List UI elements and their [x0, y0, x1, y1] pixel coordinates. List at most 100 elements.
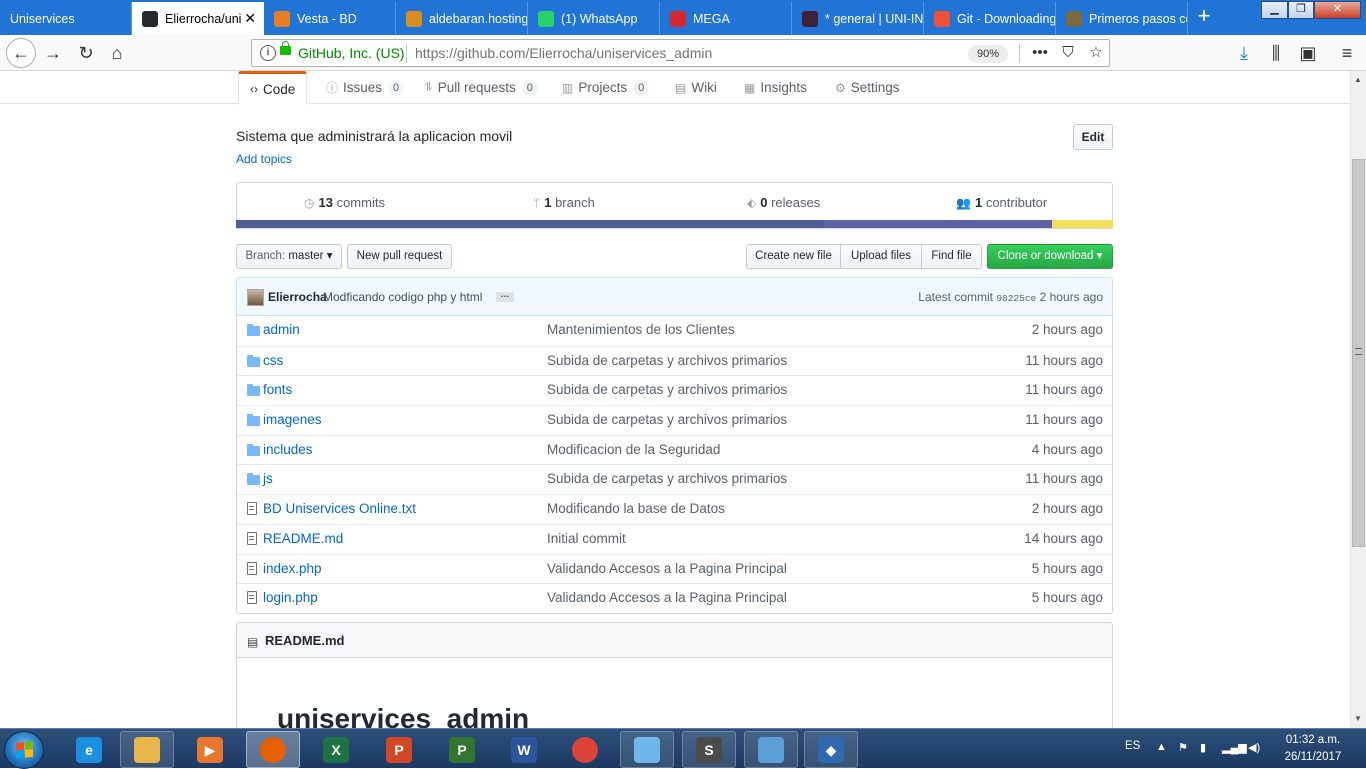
browser-tab[interactable]: Primeros pasos co	[1056, 2, 1188, 35]
contributors-link[interactable]: 👥 1 contributor	[956, 195, 1047, 210]
browser-tab[interactable]: Git - Downloading	[924, 2, 1056, 35]
address-bar[interactable]: i GitHub, Inc. (US) https://github.com/E…	[251, 39, 1110, 67]
taskbar-app-button[interactable]	[246, 731, 300, 768]
commit-message-link[interactable]: Mantenimientos de los Clientes	[547, 322, 735, 337]
upload-files-button[interactable]: Upload files	[840, 244, 922, 269]
tab-code[interactable]: ‹› Code	[238, 71, 308, 105]
taskbar-app-button[interactable]	[620, 731, 674, 768]
taskbar-app-button[interactable]: X	[309, 731, 363, 768]
scroll-up-icon[interactable]: ▲	[1354, 75, 1362, 84]
edit-description-button[interactable]: Edit	[1073, 124, 1113, 150]
file-name-link[interactable]: README.md	[263, 531, 343, 546]
network-signal-icon[interactable]: ▂▄▆	[1222, 741, 1247, 754]
file-name-link[interactable]: BD Uniservices Online.txt	[263, 501, 416, 516]
branch-select-button[interactable]: Branch: master ▾	[236, 244, 342, 269]
tab-settings[interactable]: ⚙ Settings	[835, 71, 900, 104]
commit-sha-link[interactable]: 98225ce	[996, 293, 1036, 304]
commit-message-link[interactable]: Subida de carpetas y archivos primarios	[547, 382, 787, 397]
avatar[interactable]	[247, 289, 264, 306]
language-segment[interactable]	[236, 220, 824, 228]
downloads-button[interactable]: ⤓	[1230, 39, 1258, 67]
commits-link[interactable]: ◷ 13 commits	[304, 195, 385, 210]
create-new-file-button[interactable]: Create new file	[746, 244, 841, 269]
start-button[interactable]	[4, 731, 44, 769]
scroll-down-icon[interactable]: ▼	[1354, 714, 1362, 723]
taskbar-app-button[interactable]	[120, 731, 174, 768]
bookmark-star-icon[interactable]: ☆	[1086, 43, 1106, 63]
maximize-window-button[interactable]: ❐	[1288, 1, 1314, 19]
commit-message-link[interactable]: Subida de carpetas y archivos primarios	[547, 471, 787, 486]
taskbar-app-button[interactable]: P	[372, 731, 426, 768]
taskbar-app-button[interactable]	[744, 731, 798, 768]
file-name-link[interactable]: imagenes	[263, 412, 322, 427]
browser-tab[interactable]: Vesta - BD	[264, 2, 396, 35]
commit-message-link[interactable]: Subida de carpetas y archivos primarios	[547, 353, 787, 368]
pocket-icon[interactable]: ⛉	[1058, 43, 1078, 63]
url-text[interactable]: https://github.com/Elierrocha/uniservice…	[415, 45, 712, 61]
tab-insights[interactable]: ▦ Insights	[744, 71, 807, 104]
clock-time[interactable]: 01:32 a.m.	[1278, 734, 1348, 746]
browser-tab[interactable]: Uniservices	[0, 2, 132, 35]
new-tab-button[interactable]: +	[1193, 3, 1215, 31]
browser-tab[interactable]: Elierrocha/uniservices_admin✕	[132, 2, 264, 35]
zoom-indicator[interactable]: 90%	[968, 45, 1008, 63]
page-scrollbar[interactable]: ▲ ▼	[1350, 71, 1366, 728]
language-segment[interactable]	[1051, 220, 1113, 228]
input-language[interactable]: ES	[1125, 740, 1140, 752]
taskbar-app-button[interactable]	[558, 731, 612, 768]
browser-tab[interactable]: (1) WhatsApp	[528, 2, 660, 35]
site-info-icon[interactable]: i	[260, 45, 276, 61]
commit-message-link[interactable]: Validando Accesos a la Pagina Principal	[547, 590, 787, 605]
file-name-link[interactable]: index.php	[263, 561, 322, 576]
tab-pull-requests[interactable]: ⥮ Pull requests 0	[424, 71, 538, 104]
back-button[interactable]: ←	[6, 38, 36, 68]
file-name-link[interactable]: js	[263, 471, 273, 486]
tab-issues[interactable]: ⓘ Issues 0	[326, 71, 405, 104]
new-pull-request-button[interactable]: New pull request	[347, 244, 452, 269]
branches-link[interactable]: ᛘ1 branch	[533, 195, 595, 210]
show-hidden-icons-icon[interactable]: ▲	[1156, 741, 1167, 753]
file-name-link[interactable]: fonts	[263, 382, 292, 397]
taskbar-app-button[interactable]: ▶	[183, 731, 237, 768]
taskbar-app-button[interactable]: ◆	[804, 731, 858, 768]
page-actions-icon[interactable]: •••	[1030, 43, 1050, 63]
clock-date[interactable]: 26/11/2017	[1278, 751, 1348, 763]
volume-icon[interactable]: ◀)	[1248, 741, 1260, 754]
home-button[interactable]: ⌂	[103, 39, 131, 67]
taskbar-app-button[interactable]: e	[62, 731, 116, 768]
language-bar[interactable]	[236, 220, 1113, 228]
file-name-link[interactable]: includes	[263, 442, 313, 457]
taskbar-app-button[interactable]: W	[497, 731, 551, 768]
file-name-link[interactable]: css	[263, 353, 283, 368]
browser-tab[interactable]: aldebaran.hosting	[396, 2, 528, 35]
action-center-flag-icon[interactable]: ⚑	[1178, 741, 1188, 754]
expand-commit-button[interactable]: …	[496, 290, 514, 302]
commit-message-link[interactable]: Modificando la base de Datos	[547, 501, 725, 516]
browser-tab[interactable]: MEGA	[660, 2, 792, 35]
close-tab-icon[interactable]: ✕	[244, 10, 256, 27]
file-name-link[interactable]: login.php	[263, 590, 318, 605]
commit-message-link[interactable]: Validando Accesos a la Pagina Principal	[547, 561, 787, 576]
file-name-link[interactable]: admin	[263, 322, 300, 337]
sidebar-button[interactable]: ▣	[1294, 39, 1322, 67]
commit-message-link[interactable]: Subida de carpetas y archivos primarios	[547, 412, 787, 427]
language-segment[interactable]	[823, 220, 1052, 228]
taskbar-app-button[interactable]: S	[682, 731, 736, 768]
commit-message-link[interactable]: Modificacion de la Seguridad	[547, 442, 720, 457]
library-button[interactable]: ⫼	[1262, 39, 1290, 67]
forward-button[interactable]: →	[39, 39, 67, 67]
commit-message-link[interactable]: Initial commit	[547, 531, 626, 546]
releases-link[interactable]: ⬖ 0 releases	[747, 195, 820, 210]
tab-wiki[interactable]: ▤ Wiki	[675, 71, 717, 104]
minimize-window-button[interactable]: ▁	[1261, 1, 1288, 19]
tab-projects[interactable]: ▥ Projects 0	[562, 71, 650, 104]
menu-button[interactable]: ≡	[1333, 39, 1361, 67]
power-icon[interactable]: ▮	[1200, 741, 1206, 754]
clone-or-download-button[interactable]: Clone or download ▾	[987, 244, 1113, 269]
commit-message-link[interactable]: Modficando codigo php y html	[323, 290, 482, 304]
commit-author-link[interactable]: Elierrocha	[268, 290, 327, 304]
find-file-button[interactable]: Find file	[921, 244, 982, 269]
browser-tab[interactable]: * general | UNI-IN	[792, 2, 924, 35]
close-window-button[interactable]: ✕	[1314, 1, 1361, 19]
add-topics-link[interactable]: Add topics	[236, 152, 292, 166]
